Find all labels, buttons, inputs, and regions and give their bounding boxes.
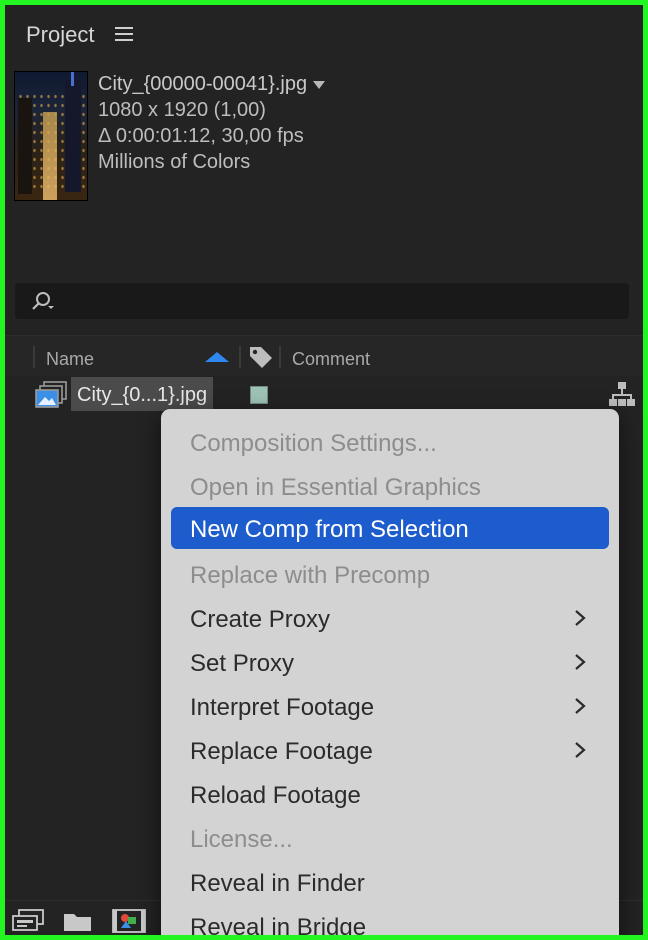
sort-ascending-icon[interactable] [205, 352, 229, 362]
menu-item-set-proxy[interactable]: Set Proxy [171, 641, 609, 683]
menu-item-label: New Comp from Selection [190, 516, 469, 543]
search-icon[interactable] [31, 291, 55, 311]
chevron-right-icon [575, 698, 586, 714]
menu-item-label: Interpret Footage [190, 694, 375, 721]
panel-header: Project [5, 5, 643, 61]
menu-item-replace-footage[interactable]: Replace Footage [171, 729, 609, 771]
footage-thumbnail [14, 71, 88, 201]
footage-name-row[interactable]: City_{00000-00041}.jpg [98, 71, 326, 97]
new-composition-icon[interactable] [111, 908, 147, 934]
context-menu: Composition Settings... Open in Essentia… [161, 409, 619, 940]
menu-item-create-proxy[interactable]: Create Proxy [171, 597, 609, 639]
menu-item-label: Reveal in Bridge [190, 914, 367, 940]
menu-item-label: License... [190, 826, 293, 853]
menu-item-new-comp-from-selection[interactable]: New Comp from Selection [171, 507, 609, 549]
menu-item-label: Reload Footage [190, 782, 361, 809]
label-tag-icon[interactable] [248, 345, 274, 369]
project-item-row[interactable]: City_{0...1}.jpg [5, 377, 643, 411]
column-divider [279, 346, 281, 368]
flowchart-icon[interactable] [609, 381, 635, 407]
menu-item-label: Replace with Precomp [190, 562, 431, 589]
item-name: City_{0...1}.jpg [77, 384, 208, 406]
column-header: Name Comment [5, 335, 643, 376]
menu-item-label: Reveal in Finder [190, 870, 365, 897]
chevron-right-icon [575, 742, 586, 758]
footage-dropdown-icon[interactable] [313, 80, 326, 89]
menu-item-label: Open in Essential Graphics [190, 474, 481, 501]
menu-item-reveal-in-bridge[interactable]: Reveal in Bridge [171, 905, 609, 940]
footage-dimensions: 1080 x 1920 (1,00) [98, 99, 266, 121]
label-color-swatch[interactable] [250, 386, 268, 404]
menu-item-interpret-footage[interactable]: Interpret Footage [171, 685, 609, 727]
interpret-footage-icon[interactable] [9, 908, 45, 934]
chevron-right-icon [575, 610, 586, 626]
menu-item-label: Set Proxy [190, 650, 295, 677]
menu-item-label: Composition Settings... [190, 430, 437, 457]
column-divider [33, 346, 35, 368]
panel-menu-icon[interactable] [115, 27, 133, 41]
new-folder-icon[interactable] [61, 908, 97, 934]
footage-info: City_{00000-00041}.jpg 1080 x 1920 (1,00… [98, 71, 326, 175]
search-input[interactable] [15, 283, 629, 319]
footage-duration: Δ 0:00:01:12, 30,00 fps [98, 125, 304, 147]
menu-item-reveal-in-finder[interactable]: Reveal in Finder [171, 861, 609, 903]
menu-item-composition-settings[interactable]: Composition Settings... [171, 421, 609, 463]
menu-item-replace-with-precomp[interactable]: Replace with Precomp [171, 553, 609, 595]
menu-item-label: Create Proxy [190, 606, 331, 633]
item-name-cell[interactable]: City_{0...1}.jpg [71, 377, 214, 411]
image-sequence-icon [35, 381, 67, 408]
column-comment[interactable]: Comment [292, 349, 370, 370]
column-name[interactable]: Name [46, 349, 94, 370]
panel-title: Project [26, 22, 95, 47]
project-panel: Project City_{00000-00041}.jpg 1080 x 19… [0, 0, 648, 940]
footage-name: City_{00000-00041}.jpg [98, 73, 308, 95]
column-divider [239, 346, 241, 368]
menu-item-license[interactable]: License... [171, 817, 609, 859]
chevron-right-icon [575, 654, 586, 670]
footage-color-depth: Millions of Colors [98, 151, 251, 173]
menu-item-open-essential-graphics[interactable]: Open in Essential Graphics [171, 465, 609, 507]
menu-item-reload-footage[interactable]: Reload Footage [171, 773, 609, 815]
menu-item-label: Replace Footage [190, 738, 373, 765]
